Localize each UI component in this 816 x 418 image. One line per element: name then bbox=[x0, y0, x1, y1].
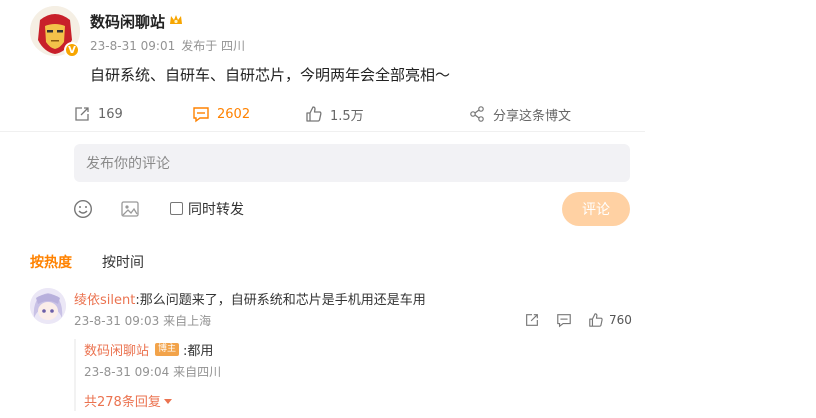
forward-label[interactable]: 同时转发 bbox=[188, 199, 244, 219]
comment-text: :那么问题来了，自研系统和芯片是手机用还是车用 bbox=[135, 293, 426, 308]
anime-avatar-image bbox=[30, 288, 66, 324]
reply-location: 来自四川 bbox=[173, 365, 222, 379]
like-count: 1.5万 bbox=[330, 108, 364, 124]
comment-button[interactable]: 2602 bbox=[192, 103, 250, 125]
repost-icon bbox=[526, 314, 538, 326]
blogger-badge: 博主 bbox=[155, 343, 180, 356]
post-content: 自研系统、自研车、自研芯片，今明两年会全部亮相～ bbox=[90, 66, 451, 84]
divider bbox=[0, 131, 645, 132]
comment-icon bbox=[193, 107, 209, 123]
like-button[interactable]: 1.5万 bbox=[305, 103, 364, 125]
reply-author-name[interactable]: 数码闲聊站 bbox=[84, 340, 149, 359]
submit-comment-button[interactable]: 评论 bbox=[562, 192, 630, 226]
tab-sort-time[interactable]: 按时间 bbox=[102, 252, 144, 272]
crown-icon bbox=[168, 12, 184, 28]
comment-location: 来自上海 bbox=[163, 314, 212, 328]
reply-thread-line bbox=[74, 339, 76, 411]
comment-like-button[interactable]: 760 bbox=[588, 312, 632, 328]
caret-down-icon bbox=[163, 398, 172, 404]
comment-like-count: 760 bbox=[609, 313, 632, 327]
post-location: 发布于 四川 bbox=[181, 39, 246, 53]
more-replies-link[interactable]: 共278条回复 bbox=[84, 391, 173, 410]
post-time[interactable]: 23-8-31 09:01 bbox=[90, 39, 175, 53]
share-label: 分享这条博文 bbox=[493, 108, 572, 124]
verified-badge: V bbox=[64, 42, 80, 58]
repost-button[interactable]: 169 bbox=[73, 103, 123, 125]
commenter-avatar[interactable] bbox=[30, 288, 66, 324]
comment-time: 23-8-31 09:03 bbox=[74, 314, 160, 328]
comment-repost-button[interactable] bbox=[524, 312, 540, 328]
commenter-name[interactable]: 绫依silent bbox=[74, 293, 135, 308]
share-button[interactable]: 分享这条博文 bbox=[468, 103, 571, 125]
comment-body: 绫依silent:那么问题来了，自研系统和芯片是手机用还是车用 bbox=[74, 289, 426, 308]
comment-count: 2602 bbox=[217, 106, 251, 122]
comment-reply-button[interactable] bbox=[556, 312, 572, 328]
reply-meta: 23-8-31 09:04 来自四川 bbox=[84, 363, 221, 380]
tab-sort-hot[interactable]: 按热度 bbox=[30, 252, 72, 272]
comment-meta: 23-8-31 09:03 来自上海 bbox=[74, 312, 211, 329]
emoji-icon[interactable] bbox=[73, 199, 93, 223]
comment-input[interactable]: 发布你的评论 bbox=[74, 144, 630, 182]
like-icon bbox=[589, 313, 603, 327]
reply-time: 23-8-31 09:04 bbox=[84, 365, 170, 379]
repost-icon bbox=[75, 107, 89, 121]
share-icon bbox=[470, 106, 484, 122]
comment-input-placeholder: 发布你的评论 bbox=[86, 156, 170, 172]
repost-count: 169 bbox=[98, 106, 123, 122]
reply-body: 数码闲聊站 博主 :都用 bbox=[84, 340, 213, 359]
forward-checkbox[interactable] bbox=[170, 202, 183, 215]
like-icon bbox=[306, 106, 322, 122]
reply-text: :都用 bbox=[183, 344, 214, 359]
more-replies-label: 共278条回复 bbox=[84, 395, 161, 410]
image-icon[interactable] bbox=[120, 199, 140, 223]
comment-icon bbox=[557, 314, 571, 328]
post-meta: 23-8-31 09:01 发布于 四川 bbox=[90, 37, 245, 54]
post-author-name[interactable]: 数码闲聊站 bbox=[90, 11, 165, 32]
